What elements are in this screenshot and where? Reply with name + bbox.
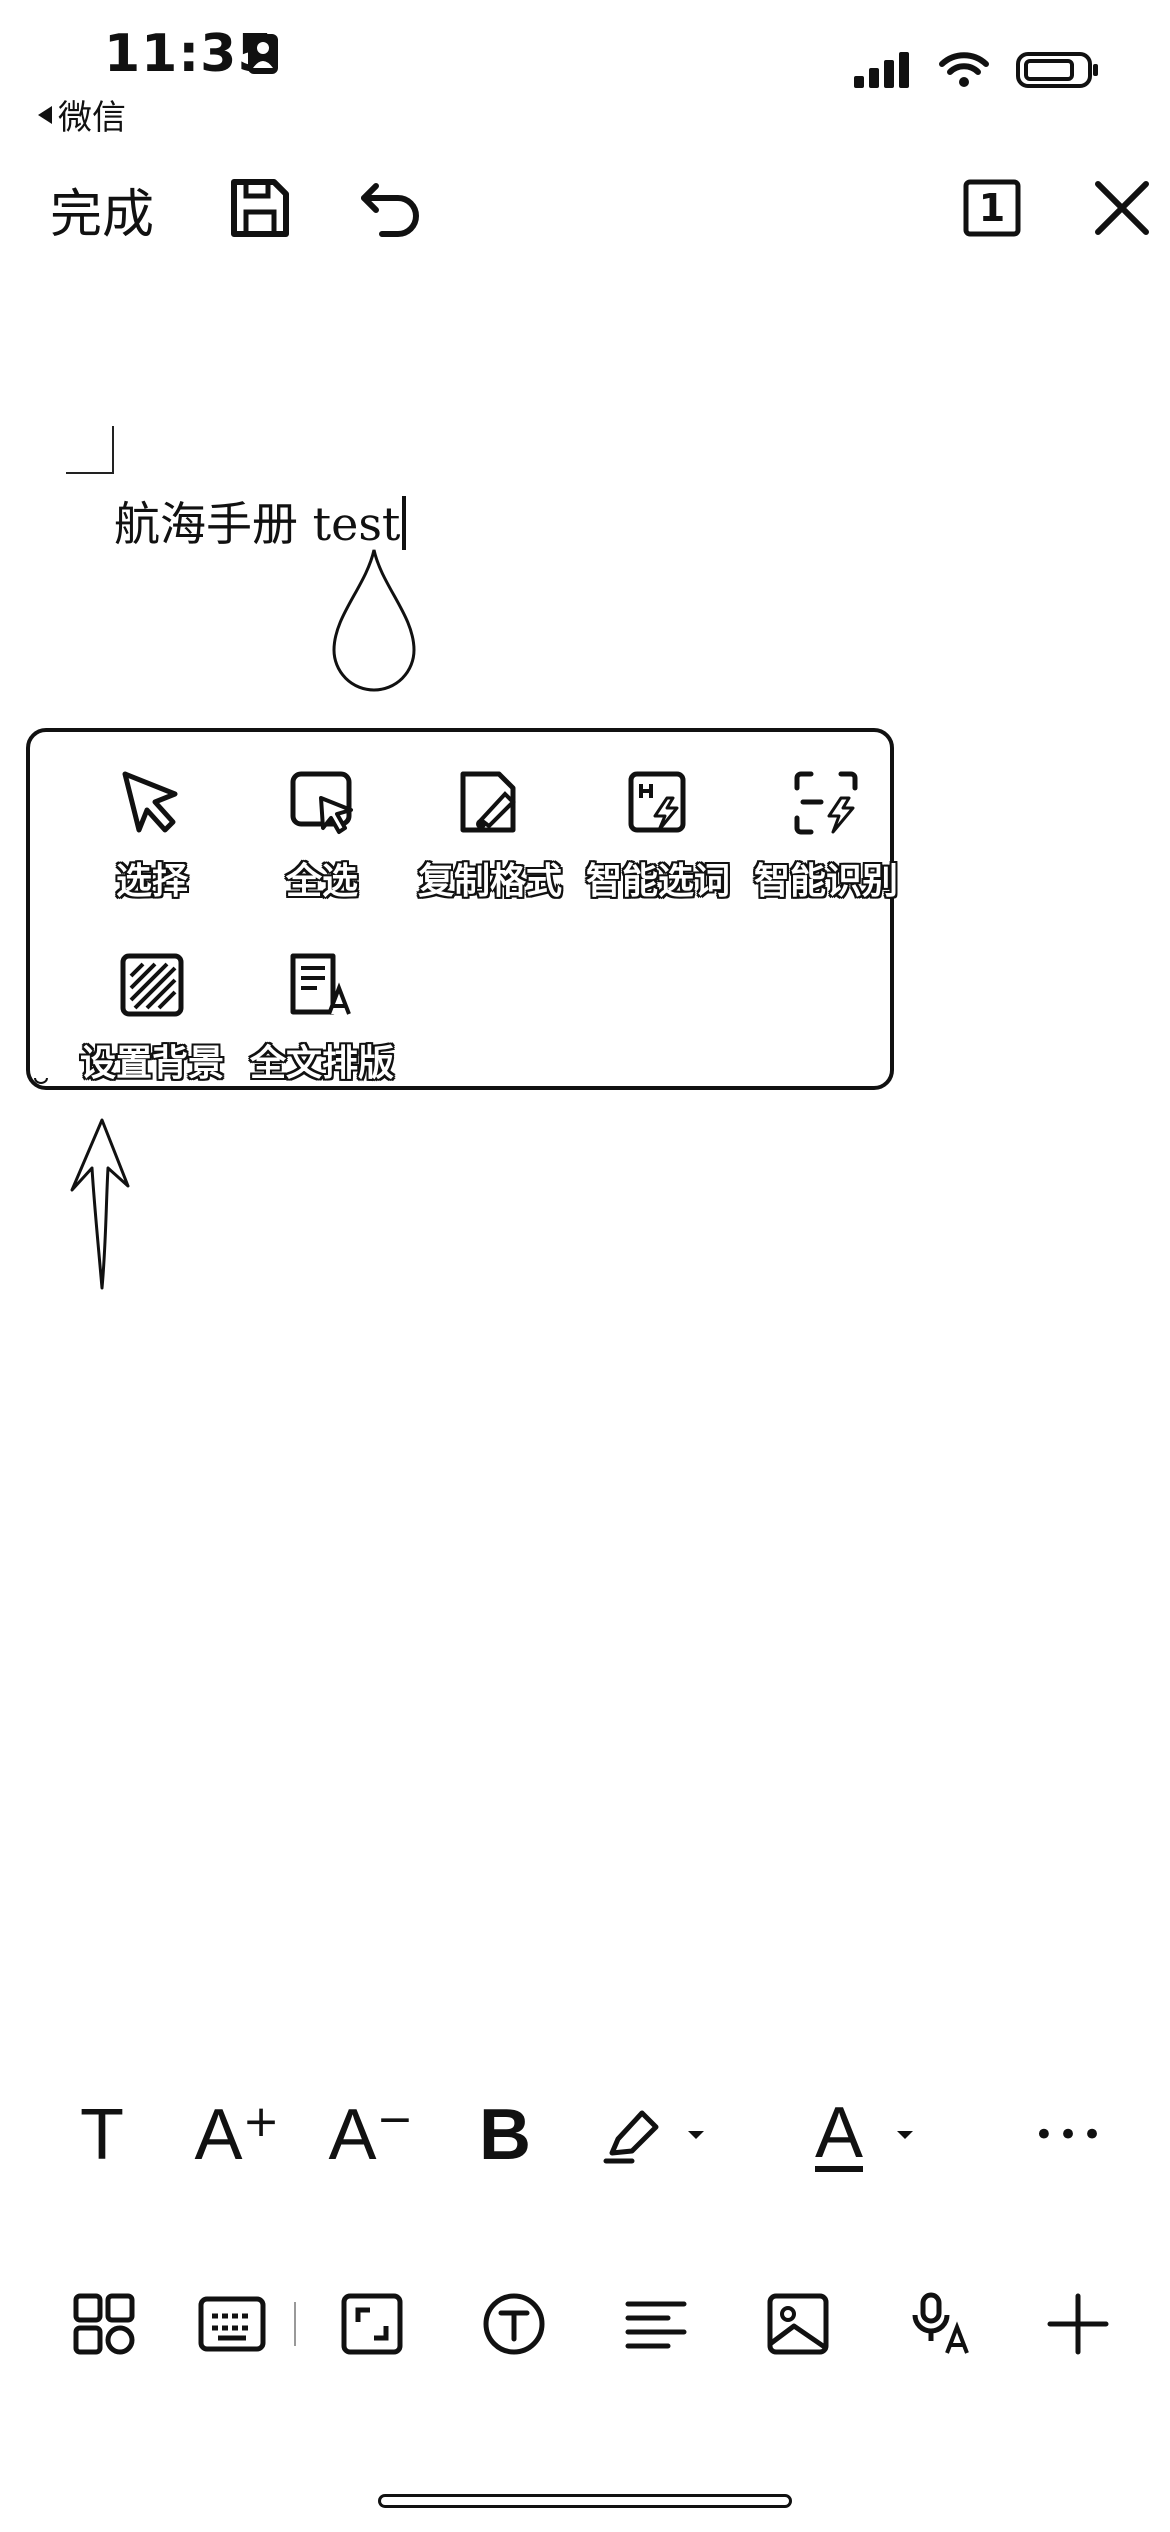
decrease-font-sign: − xyxy=(376,2094,414,2145)
save-icon xyxy=(231,179,289,237)
keyboard-icon xyxy=(198,2296,266,2352)
text-style-label: T xyxy=(80,2095,124,2175)
back-to-app[interactable]: 微信 xyxy=(38,90,126,139)
bold-button[interactable]: B xyxy=(460,2090,550,2180)
undo-button[interactable] xyxy=(356,172,428,244)
margin-corner-mark xyxy=(66,426,114,474)
apps-grid-button[interactable] xyxy=(64,2284,144,2364)
menu-item-copy-format[interactable]: 复制格式 xyxy=(406,758,574,908)
voice-translate-icon xyxy=(912,2292,969,2354)
keyboard-button[interactable] xyxy=(192,2284,272,2364)
menu-label-smart-word-select: 智能选词 xyxy=(585,861,730,902)
image-icon xyxy=(767,2293,829,2355)
menu-label-full-text-layout: 全文排版 xyxy=(249,1043,394,1084)
apps-grid-icon xyxy=(73,2293,135,2355)
increase-font-button[interactable]: A + xyxy=(192,2090,282,2180)
increase-font-label: A xyxy=(194,2095,243,2175)
select-all-icon xyxy=(290,771,353,834)
decrease-font-button[interactable]: A − xyxy=(326,2090,416,2180)
document-text: 航海手册 test xyxy=(114,497,401,551)
align-left-icon xyxy=(625,2301,687,2349)
cursor-icon xyxy=(122,771,178,833)
voice-input-button[interactable] xyxy=(900,2284,980,2364)
document-text-line[interactable]: 航海手册 test xyxy=(114,488,407,554)
close-button[interactable] xyxy=(1086,172,1158,244)
toolbar-divider xyxy=(294,2302,296,2346)
font-color-label: A xyxy=(814,2093,864,2173)
background-pattern-icon xyxy=(120,953,184,1017)
menu-item-full-text-layout[interactable]: 全文排版 xyxy=(238,940,406,1090)
back-triangle-icon xyxy=(38,105,52,124)
insert-image-button[interactable] xyxy=(758,2284,838,2364)
menu-label-select: 选择 xyxy=(115,861,188,902)
page-count: 1 xyxy=(978,186,1006,230)
menu-label-smart-recognize: 智能识别 xyxy=(753,861,898,902)
page-count-button[interactable]: 1 xyxy=(956,172,1028,244)
highlighter-button[interactable] xyxy=(590,2090,720,2180)
more-options-label: ••• xyxy=(1033,2115,1107,2155)
chevron-down-icon xyxy=(688,2131,704,2139)
smart-recognize-icon xyxy=(794,771,858,835)
undo-icon xyxy=(361,183,419,237)
expand-corners-icon xyxy=(341,2293,403,2355)
highlighter-icon xyxy=(603,2110,659,2164)
battery-icon xyxy=(1016,52,1098,88)
menu-label-set-background: 设置背景 xyxy=(79,1043,224,1084)
menu-label-copy-format: 复制格式 xyxy=(417,861,562,902)
increase-font-sign: + xyxy=(242,2096,280,2147)
back-app-label: 微信 xyxy=(58,98,126,138)
text-style-button[interactable]: T xyxy=(62,2090,142,2180)
bold-label: B xyxy=(479,2095,531,2175)
menu-label-select-all: 全选 xyxy=(285,861,358,902)
cellular-signal-icon xyxy=(854,52,909,88)
circled-t-icon xyxy=(483,2293,545,2355)
chevron-down-icon xyxy=(897,2131,914,2139)
format-painter-icon xyxy=(460,771,516,833)
home-indicator[interactable] xyxy=(378,2494,792,2508)
menu-item-smart-word-select[interactable]: 智能选词 xyxy=(574,758,742,908)
done-button[interactable]: 完成 xyxy=(50,172,154,247)
close-icon xyxy=(1095,181,1149,235)
more-options-button[interactable]: ••• xyxy=(1020,2090,1120,2180)
align-button[interactable] xyxy=(616,2284,696,2364)
person-badge-icon xyxy=(248,34,278,74)
drawn-arrow-stroke[interactable] xyxy=(62,1112,142,1292)
wifi-icon xyxy=(939,52,989,87)
selection-handle-icon[interactable] xyxy=(326,546,422,696)
menu-item-select[interactable]: 选择 xyxy=(68,758,236,908)
menu-item-smart-recognize[interactable]: 智能识别 xyxy=(742,758,910,908)
smart-word-select-icon xyxy=(628,771,686,833)
text-caret xyxy=(402,496,407,550)
fullscreen-button[interactable] xyxy=(332,2284,412,2364)
document-layout-icon xyxy=(290,953,351,1015)
font-color-swatch: A xyxy=(814,2093,864,2173)
decrease-font-label: A xyxy=(328,2095,377,2175)
status-indicators xyxy=(854,50,1100,90)
save-button[interactable] xyxy=(224,172,296,244)
plus-icon xyxy=(1047,2293,1109,2355)
context-menu: 选择 全选 复制格式 智能选词 智能识别 设置背景 全文排版 xyxy=(26,728,898,1090)
menu-item-select-all[interactable]: 全选 xyxy=(238,758,406,908)
text-box-button[interactable] xyxy=(474,2284,554,2364)
font-color-underline xyxy=(815,2166,863,2172)
font-color-button[interactable]: A xyxy=(796,2090,936,2180)
menu-item-set-background[interactable]: 设置背景 xyxy=(68,940,236,1090)
add-button[interactable] xyxy=(1038,2284,1118,2364)
resize-corner-icon[interactable] xyxy=(34,1072,48,1084)
